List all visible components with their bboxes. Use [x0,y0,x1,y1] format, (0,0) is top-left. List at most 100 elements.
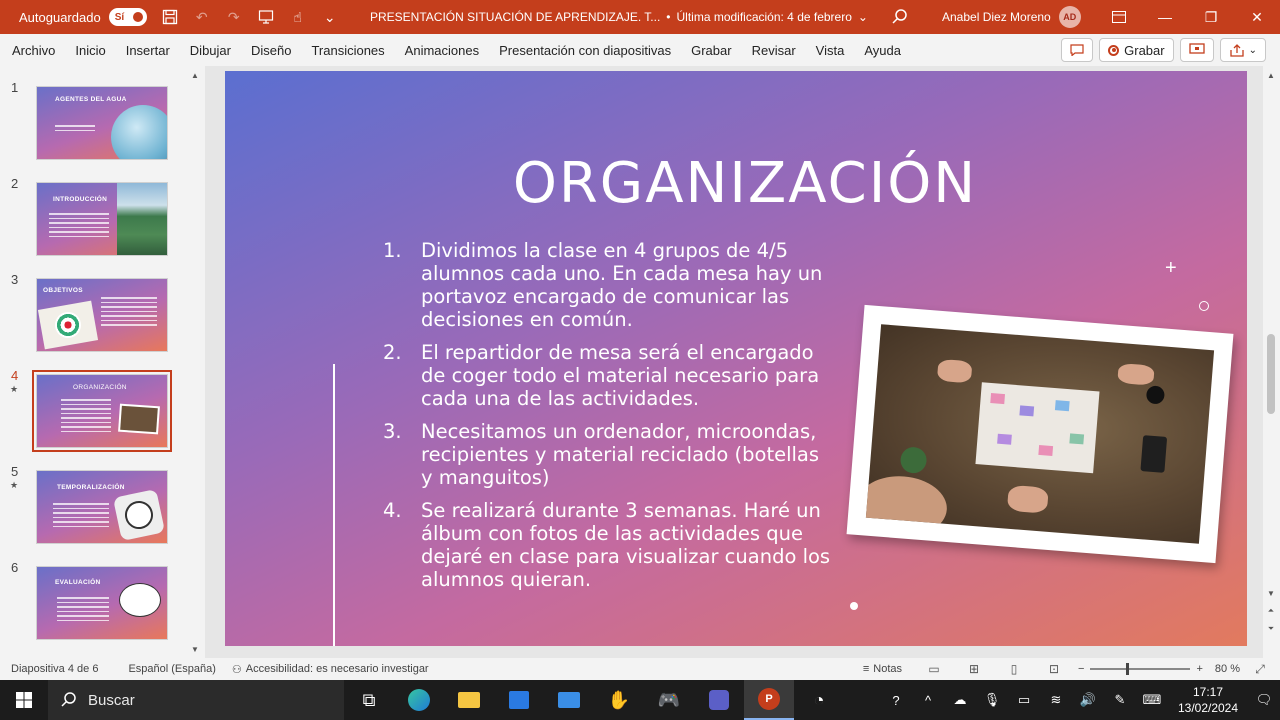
game-icon[interactable]: 🎮 [644,680,694,720]
windows-start-button[interactable] [0,680,48,720]
zoom-in-icon[interactable]: + [1196,663,1202,675]
tab-dibujar[interactable]: Dibujar [190,43,231,58]
fit-to-window-icon[interactable]: ⤢ [1252,662,1268,676]
accessibility-icon: ⚇ [231,663,242,676]
mail-icon[interactable] [544,680,594,720]
help-icon[interactable]: ? [880,680,912,720]
keyboard-icon[interactable]: ⌨ [1136,680,1168,720]
tab-inicio[interactable]: Inicio [75,43,105,58]
zoom-level[interactable]: 80 % [1215,663,1240,675]
zoom-out-icon[interactable]: − [1078,663,1084,675]
autosave[interactable]: Autoguardado Sí [19,8,147,26]
redo-icon[interactable]: ↷ [225,8,243,26]
notes-button[interactable]: Notas [873,663,902,675]
accessibility-status[interactable]: Accesibilidad: es necesario investigar [246,663,429,675]
slide-title[interactable]: ORGANIZACIÓN [505,151,985,216]
tab-archivo[interactable]: Archivo [12,43,55,58]
user-account[interactable]: Anabel Diez Moreno AD [942,0,1081,34]
editor-scrollbar[interactable]: ▲ ▼ ⏶ ⏷ [1263,66,1280,658]
ribbon-actions: Grabar ⌄ [1055,38,1266,62]
next-slide-icon[interactable]: ⏷ [1263,622,1279,636]
wifi-icon[interactable]: ≋ [1040,680,1072,720]
customize-toolbar-icon[interactable]: ⌄ [321,8,339,26]
minimize-icon[interactable]: — [1142,0,1188,34]
app-icon[interactable]: ✋ [594,680,644,720]
ribbon-display-icon[interactable] [1096,0,1142,34]
scroll-down-arrow-icon[interactable]: ▼ [187,642,203,656]
slide-preview-selected: ORGANIZACIÓN [32,370,172,452]
powerpoint-icon[interactable]: P [744,680,794,720]
avatar: AD [1058,6,1081,28]
battery-icon[interactable]: ▭ [1008,680,1040,720]
normal-view-icon[interactable]: ▭ [926,662,942,676]
ribbon-tabs: Archivo Inicio Insertar Dibujar Diseño T… [0,34,1280,66]
restore-icon[interactable]: ❐ [1188,0,1234,34]
slide-sorter-icon[interactable]: ⊞ [966,662,982,676]
reading-view-icon[interactable]: ▯ [1006,662,1022,676]
slide-body-list[interactable]: 1. Dividimos la clase en 4 grupos de 4/5 … [381,239,831,601]
tab-grabar[interactable]: Grabar [691,43,731,58]
scrollbar-thumb[interactable] [1267,334,1275,414]
thumbnail-slide-5[interactable]: 5 ★ TEMPORALIZACIÓN [0,464,190,544]
tab-insertar[interactable]: Insertar [126,43,170,58]
document-title-area[interactable]: PRESENTACIÓN SITUACIÓN DE APRENDIZAJE. T… [370,0,868,34]
thumbnail-slide-6[interactable]: 6 EVALUACIÓN [0,560,190,640]
zoom-slider-thumb[interactable] [1126,663,1130,675]
close-icon[interactable]: ✕ [1234,0,1280,34]
file-explorer-icon[interactable] [444,680,494,720]
thumbnail-scrollbar[interactable]: ▲ ▼ [187,66,203,658]
slideshow-icon[interactable]: ⊡ [1046,662,1062,676]
volume-icon[interactable]: 🔊 [1072,680,1104,720]
thumbnail-slide-1[interactable]: 1 AGENTES DEL AGUA [0,80,190,160]
classroom-photo[interactable] [846,304,1234,564]
tab-animaciones[interactable]: Animaciones [405,43,479,58]
tab-transiciones[interactable]: Transiciones [311,43,384,58]
status-bar-right: ≡ Notas ▭ ⊞ ▯ ⊡ − + 80 % ⤢ [863,658,1280,680]
tab-diseno[interactable]: Diseño [251,43,291,58]
slide-canvas[interactable]: ORGANIZACIÓN 1. Dividimos la clase en 4 g… [225,71,1247,646]
edge-icon[interactable] [394,680,444,720]
microphone-icon[interactable]: 🎙 [976,680,1008,720]
previous-slide-icon[interactable]: ⏶ [1263,604,1279,618]
clock[interactable]: 17:17 13/02/2024 [1168,684,1248,716]
comments-button[interactable] [1061,38,1094,62]
zoom-slider[interactable] [1090,663,1191,675]
tab-revisar[interactable]: Revisar [752,43,796,58]
present-button[interactable] [1179,38,1214,62]
taskbar-search[interactable]: Buscar [48,680,344,720]
autosave-toggle[interactable]: Sí [108,8,147,26]
circle-decoration-icon [1199,301,1209,311]
scroll-up-arrow-icon[interactable]: ▲ [1263,68,1279,82]
list-item: 4. Se realizará durante 3 semanas. Haré u… [381,499,831,591]
microsoft-store-icon[interactable] [494,680,544,720]
present-from-start-icon[interactable] [257,8,275,26]
record-button[interactable]: Grabar [1099,38,1174,62]
thumb-title: EVALUACIÓN [55,579,101,586]
record-label: Grabar [1124,42,1165,58]
teams-icon[interactable] [694,680,744,720]
task-view-icon[interactable]: ⧉ [344,680,394,720]
notifications-icon[interactable]: 🗨 [1248,680,1280,720]
tab-presentacion[interactable]: Presentación con diapositivas [499,43,671,58]
save-icon[interactable] [161,8,179,26]
search-icon[interactable] [891,8,909,26]
thumbnail-slide-4[interactable]: 4 ★ ORGANIZACIÓN [0,368,190,452]
snipping-tool-icon[interactable]: ◔ [794,680,844,720]
thumbnail-slide-3[interactable]: 3 OBJETIVOS [0,272,190,352]
thumbnail-slide-2[interactable]: 2 INTRODUCCIÓN [0,176,190,256]
tab-vista[interactable]: Vista [816,43,845,58]
thumb-title: AGENTES DEL AGUA [55,96,127,103]
share-button[interactable]: ⌄ [1219,38,1266,62]
scroll-up-arrow-icon[interactable]: ▲ [187,68,203,82]
language-indicator[interactable]: Español (España) [128,663,215,675]
thumb-text-lines [101,297,157,329]
toggle-knob [132,12,143,22]
pen-icon[interactable]: ✎ [1104,680,1136,720]
undo-icon[interactable]: ↶ [193,8,211,26]
chevron-up-icon[interactable]: ^ [912,680,944,720]
tab-ayuda[interactable]: Ayuda [864,43,901,58]
scroll-down-arrow-icon[interactable]: ▼ [1263,586,1279,600]
onedrive-icon[interactable]: ☁ [944,680,976,720]
poster-paper [975,382,1100,474]
touch-mode-icon[interactable]: ☝ [289,8,307,26]
